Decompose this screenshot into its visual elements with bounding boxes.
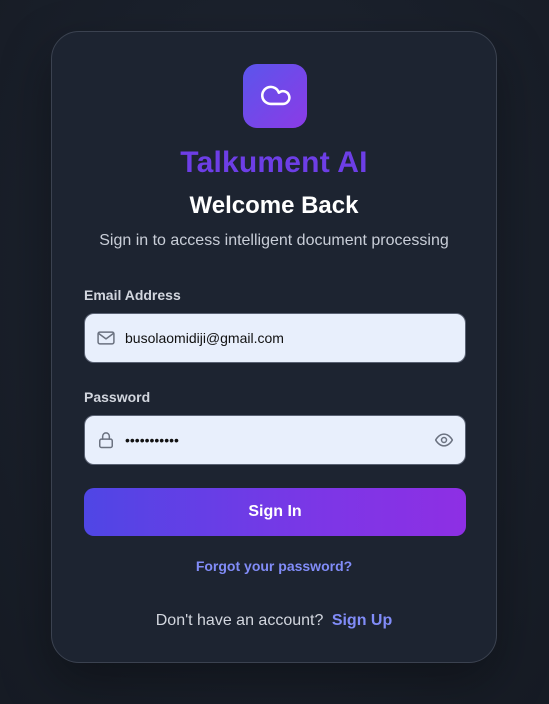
mail-icon — [95, 327, 117, 349]
page-title: Welcome Back — [189, 192, 359, 219]
brand-name: Talkument AI — [180, 146, 368, 179]
password-value: ••••••••••• — [125, 432, 179, 448]
eye-icon[interactable] — [433, 429, 455, 451]
sign-up-link[interactable]: Sign Up — [332, 612, 392, 629]
sign-in-button[interactable]: Sign In — [84, 488, 466, 536]
login-card: Talkument AI Welcome Back Sign in to acc… — [51, 31, 497, 663]
email-label: Email Address — [84, 287, 181, 303]
signup-row: Don't have an account? Sign Up — [52, 612, 496, 630]
signup-prompt: Don't have an account? — [155, 612, 324, 629]
app-logo — [243, 64, 307, 128]
password-field[interactable]: ••••••••••• — [84, 415, 466, 465]
forgot-password-link[interactable]: Forgot your password? — [52, 558, 496, 574]
email-field[interactable]: busolaomidiji@gmail.com — [84, 313, 466, 363]
page-subtitle: Sign in to access intelligent document p… — [99, 232, 449, 249]
password-label: Password — [84, 389, 151, 405]
lock-icon — [95, 429, 117, 451]
cloud-icon — [258, 77, 292, 116]
email-value: busolaomidiji@gmail.com — [125, 330, 284, 346]
